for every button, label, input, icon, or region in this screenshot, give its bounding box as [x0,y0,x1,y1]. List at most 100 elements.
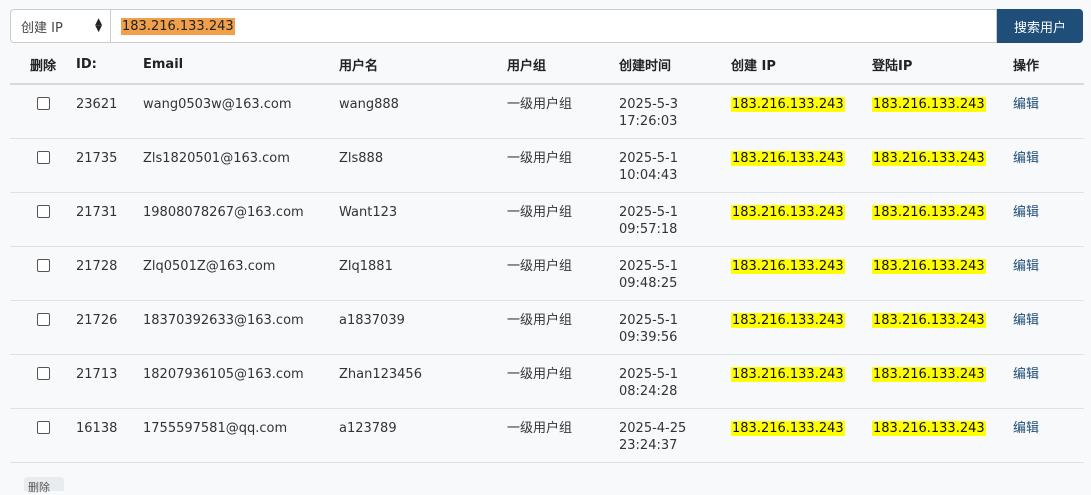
row-delete-cell [10,300,76,355]
cell-id: 21731 [76,192,143,247]
table-row: 21726 18370392633@163.com a1837039 一级用户组 202… [10,300,1084,355]
cell-created-ip: 183.216.133.243 [731,246,872,301]
created-date: 2025-4-25 [619,420,687,436]
cell-group: 一级用户组 [507,300,619,355]
login-ip-highlight: 183.216.133.243 [872,97,986,112]
row-delete-cell [10,408,76,463]
cell-email: 1755597581@qq.com [143,408,339,463]
search-field-select-value: 创建 IP [21,20,63,36]
cell-email: Zls1820501@163.com [143,138,339,193]
user-table: 删除 ID: Email 用户名 用户组 创建时间 创建 IP 登陆IP 操作 … [10,46,1084,463]
login-ip-highlight: 183.216.133.243 [872,420,986,436]
row-delete-cell [10,84,76,139]
table-header-row: 删除 ID: Email 用户名 用户组 创建时间 创建 IP 登陆IP 操作 [10,46,1084,85]
login-ip-highlight: 183.216.133.243 [872,258,986,274]
table-row: 21731 19808078267@163.com Want123 一级用户组 2025… [10,192,1084,247]
row-delete-cell [10,354,76,409]
cell-email: 18207936105@163.com [143,354,339,409]
cell-login-ip: 183.216.133.243 [872,408,1013,463]
cell-action: 编辑 [1013,354,1084,409]
cell-action: 编辑 [1013,138,1084,193]
created-clock: 09:48:25 [619,275,678,291]
header-created-time: 创建时间 [619,46,731,85]
row-delete-checkbox[interactable] [36,366,50,380]
header-id: ID: [76,46,143,85]
cell-created-time: 2025-4-25 23:24:37 [619,408,731,463]
row-delete-checkbox[interactable] [36,312,50,326]
cell-username: a123789 [339,408,507,463]
row-delete-cell [10,246,76,301]
cell-username: Zls888 [339,138,507,193]
cell-created-ip: 183.216.133.243 [731,300,872,355]
created-ip-highlight: 183.216.133.243 [731,420,845,436]
cell-group: 一级用户组 [507,354,619,409]
cell-username: a1837039 [339,300,507,355]
row-delete-checkbox[interactable] [36,420,50,434]
edit-link[interactable]: 编辑 [1013,205,1039,220]
cell-login-ip: 183.216.133.243 [872,138,1013,193]
cell-login-ip: 183.216.133.243 [872,246,1013,301]
cell-username: wang888 [339,84,507,139]
created-date: 2025-5-1 [619,258,679,274]
row-delete-checkbox[interactable] [36,204,50,218]
edit-link[interactable]: 编辑 [1013,313,1039,328]
created-clock: 09:57:18 [619,221,678,237]
header-group: 用户组 [507,46,619,85]
created-date: 2025-5-1 [619,312,679,328]
header-action: 操作 [1013,46,1084,85]
login-ip-highlight: 183.216.133.243 [872,366,986,382]
cell-username: Want123 [339,192,507,247]
cell-group: 一级用户组 [507,408,619,463]
cell-email: wang0503w@163.com [143,84,339,139]
header-email: Email [143,46,339,85]
edit-link[interactable]: 编辑 [1013,367,1039,382]
created-clock: 17:26:03 [619,114,678,129]
header-delete: 删除 [10,46,76,85]
cell-created-ip: 183.216.133.243 [731,354,872,409]
edit-link[interactable]: 编辑 [1013,421,1039,436]
cell-email: 19808078267@163.com [143,192,339,247]
search-users-button[interactable]: 搜索用户 [997,9,1083,43]
row-delete-checkbox[interactable] [36,258,50,272]
cell-action: 编辑 [1013,408,1084,463]
cell-email: Zlq0501Z@163.com [143,246,339,301]
created-ip-highlight: 183.216.133.243 [731,97,845,112]
cell-id: 21726 [76,300,143,355]
edit-link[interactable]: 编辑 [1013,259,1039,274]
created-date: 2025-5-1 [619,150,679,166]
created-clock: 09:39:56 [619,329,678,345]
cell-created-ip: 183.216.133.243 [731,84,872,139]
header-username: 用户名 [339,46,507,85]
login-ip-highlight: 183.216.133.243 [872,150,986,166]
row-delete-checkbox[interactable] [36,150,50,164]
search-field-select[interactable]: 创建 IP ▲ ▼ [10,9,110,43]
search-input-value: 183.216.133.243 [121,17,235,35]
created-date: 2025-5-3 [619,97,679,112]
created-date: 2025-5-1 [619,204,679,220]
header-login-ip: 登陆IP [872,46,1013,85]
table-row: 21728 Zlq0501Z@163.com Zlq1881 一级用户组 2025-5-… [10,246,1084,301]
cell-username: Zlq1881 [339,246,507,301]
cell-id: 21728 [76,246,143,301]
login-ip-highlight: 183.216.133.243 [872,204,986,220]
created-clock: 08:24:28 [619,383,678,399]
cell-action: 编辑 [1013,300,1084,355]
cell-id: 23621 [76,84,143,139]
row-delete-cell [10,192,76,247]
table-row: 23621 wang0503w@163.com wang888 一级用户组 2025-5… [10,84,1084,139]
cell-created-time: 2025-5-1 10:04:43 [619,138,731,193]
cell-created-time: 2025-5-1 09:57:18 [619,192,731,247]
edit-link[interactable]: 编辑 [1013,97,1039,112]
search-input[interactable]: 183.216.133.243 [110,9,997,43]
row-delete-checkbox[interactable] [36,97,50,110]
cell-group: 一级用户组 [507,192,619,247]
bulk-delete-button[interactable]: 删除 [24,477,64,494]
cell-id: 21735 [76,138,143,193]
cell-email: 18370392633@163.com [143,300,339,355]
cell-created-ip: 183.216.133.243 [731,192,872,247]
created-ip-highlight: 183.216.133.243 [731,150,845,166]
cell-created-time: 2025-5-1 09:39:56 [619,300,731,355]
edit-link[interactable]: 编辑 [1013,151,1039,166]
cell-group: 一级用户组 [507,138,619,193]
cell-group: 一级用户组 [507,84,619,139]
